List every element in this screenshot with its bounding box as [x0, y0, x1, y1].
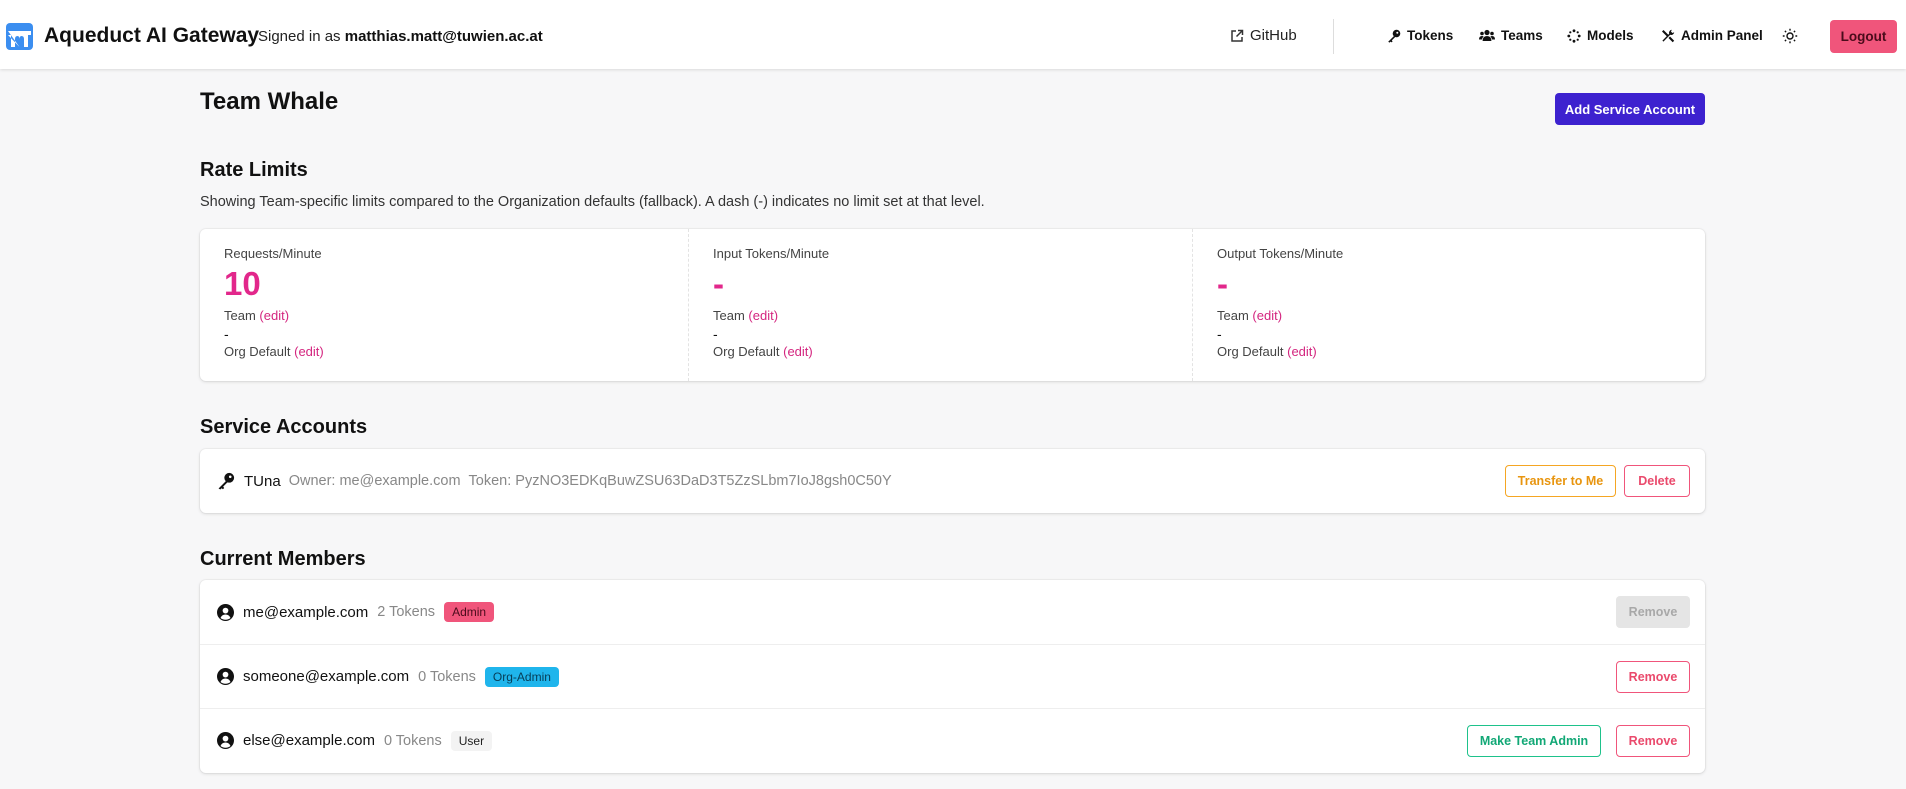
sun-icon[interactable] — [1782, 28, 1798, 44]
rate-limits-card: Requests/Minute 10 Team (edit) - Org Def… — [200, 229, 1705, 381]
remove-member-button[interactable]: Remove — [1616, 725, 1690, 757]
nav-tokens-label: Tokens — [1407, 28, 1454, 43]
member-row: me@example.com 2 Tokens Admin Remove — [200, 580, 1705, 644]
service-account-name: TUna — [244, 472, 281, 490]
nav-admin-panel[interactable]: Admin Panel — [1661, 28, 1763, 43]
member-token-count: 2 Tokens — [377, 604, 436, 620]
user-circle-icon — [217, 603, 234, 621]
github-link[interactable]: GitHub — [1230, 27, 1297, 44]
service-accounts-card: TUna Owner: me@example.com Token: PyzNO3… — [200, 449, 1705, 513]
service-account-owner: Owner: me@example.com — [288, 473, 461, 489]
rate-limit-label: Input Tokens/Minute — [713, 246, 830, 261]
role-badge-org-admin: Org-Admin — [484, 666, 559, 687]
team-limit-label: Team (edit) — [224, 308, 664, 323]
page-title: Team Whale — [200, 88, 339, 115]
rate-limits-description: Showing Team-specific limits compared to… — [200, 194, 985, 210]
user-circle-icon — [217, 668, 234, 685]
edit-team-limit-link[interactable]: (edit) — [1252, 308, 1282, 323]
rate-limit-label: Output Tokens/Minute — [1217, 246, 1344, 261]
team-limit-value: - — [224, 326, 229, 342]
org-default-label: Org Default (edit) — [713, 344, 1168, 359]
role-badge-admin: Admin — [444, 602, 495, 622]
nav-teams-label: Teams — [1501, 28, 1543, 43]
transfer-to-me-button[interactable]: Transfer to Me — [1505, 465, 1616, 497]
remove-member-button[interactable]: Remove — [1616, 596, 1690, 628]
member-email: me@example.com — [243, 603, 369, 621]
org-default-label: Org Default (edit) — [224, 344, 664, 359]
user-circle-icon — [217, 732, 234, 749]
org-default-label: Org Default (edit) — [1217, 344, 1681, 359]
key-icon — [218, 472, 235, 490]
nav-tokens[interactable]: Tokens — [1387, 28, 1453, 43]
external-link-icon — [1231, 29, 1244, 42]
member-row: someone@example.com 0 Tokens Org-Admin R… — [200, 644, 1705, 708]
members-card: me@example.com 2 Tokens Admin Remove som… — [200, 580, 1705, 773]
team-limit-label: Team (edit) — [713, 308, 1168, 323]
tools-icon — [1662, 29, 1675, 42]
member-email: else@example.com — [243, 732, 375, 749]
signed-in-user: matthias.matt@tuwien.ac.at — [344, 28, 543, 45]
member-email: someone@example.com — [243, 668, 410, 685]
models-icon — [1567, 28, 1581, 43]
nav-admin-panel-label: Admin Panel — [1681, 28, 1763, 43]
github-label: GitHub — [1250, 27, 1297, 44]
delete-service-account-button[interactable]: Delete — [1624, 465, 1690, 497]
edit-org-default-link[interactable]: (edit) — [783, 344, 813, 359]
org-label: Org Default — [713, 344, 780, 359]
team-limit-label: Team (edit) — [1217, 308, 1681, 323]
nav-teams[interactable]: Teams — [1479, 28, 1543, 43]
rate-limit-requests: Requests/Minute 10 Team (edit) - Org Def… — [200, 229, 688, 381]
add-service-account-button[interactable]: Add Service Account — [1555, 93, 1705, 125]
member-token-count: 0 Tokens — [383, 732, 442, 749]
team-label: Team — [224, 308, 256, 323]
service-accounts-title: Service Accounts — [200, 416, 368, 438]
rate-limit-input-tokens: Input Tokens/Minute - Team (edit) - Org … — [688, 229, 1192, 381]
team-limit-value: - — [713, 326, 718, 342]
aqueduct-logo-icon[interactable] — [6, 23, 33, 50]
team-label: Team — [1217, 308, 1249, 323]
team-limit-value: - — [1217, 326, 1222, 342]
edit-org-default-link[interactable]: (edit) — [294, 344, 324, 359]
role-badge-user: User — [450, 730, 493, 751]
app-title[interactable]: Aqueduct AI Gateway — [44, 24, 259, 48]
team-label: Team — [713, 308, 745, 323]
rate-limit-value: 10 — [224, 265, 261, 302]
service-account-token: Token: PyzNO3EDKqBuwZSU63DaD3T5ZzSLbm7Io… — [468, 473, 892, 489]
logout-button[interactable]: Logout — [1830, 20, 1897, 53]
rate-limits-title: Rate Limits — [200, 159, 308, 181]
current-members-title: Current Members — [200, 548, 366, 570]
rate-limit-label: Requests/Minute — [224, 246, 322, 261]
key-icon — [1388, 29, 1401, 43]
top-navigation-bar: Aqueduct AI Gateway Signed in as matthia… — [0, 0, 1906, 69]
edit-team-limit-link[interactable]: (edit) — [259, 308, 289, 323]
nav-divider — [1333, 19, 1334, 54]
member-token-count: 0 Tokens — [418, 668, 476, 685]
remove-member-button[interactable]: Remove — [1616, 661, 1690, 693]
rate-limit-value: - — [713, 265, 724, 302]
signed-in-info: Signed in as matthias.matt@tuwien.ac.at — [258, 28, 543, 45]
rate-limit-value: - — [1217, 265, 1228, 302]
nav-models-label: Models — [1587, 28, 1634, 43]
edit-team-limit-link[interactable]: (edit) — [748, 308, 778, 323]
member-row: else@example.com 0 Tokens User Make Team… — [200, 708, 1705, 772]
rate-limit-output-tokens: Output Tokens/Minute - Team (edit) - Org… — [1192, 229, 1705, 381]
nav-models[interactable]: Models — [1567, 28, 1634, 43]
make-team-admin-button[interactable]: Make Team Admin — [1467, 725, 1601, 757]
signed-in-prefix: Signed in as — [258, 28, 341, 45]
service-account-row: TUna Owner: me@example.com Token: PyzNO3… — [200, 449, 1705, 513]
org-label: Org Default — [224, 344, 291, 359]
org-label: Org Default — [1217, 344, 1284, 359]
edit-org-default-link[interactable]: (edit) — [1287, 344, 1317, 359]
users-icon — [1479, 29, 1495, 41]
